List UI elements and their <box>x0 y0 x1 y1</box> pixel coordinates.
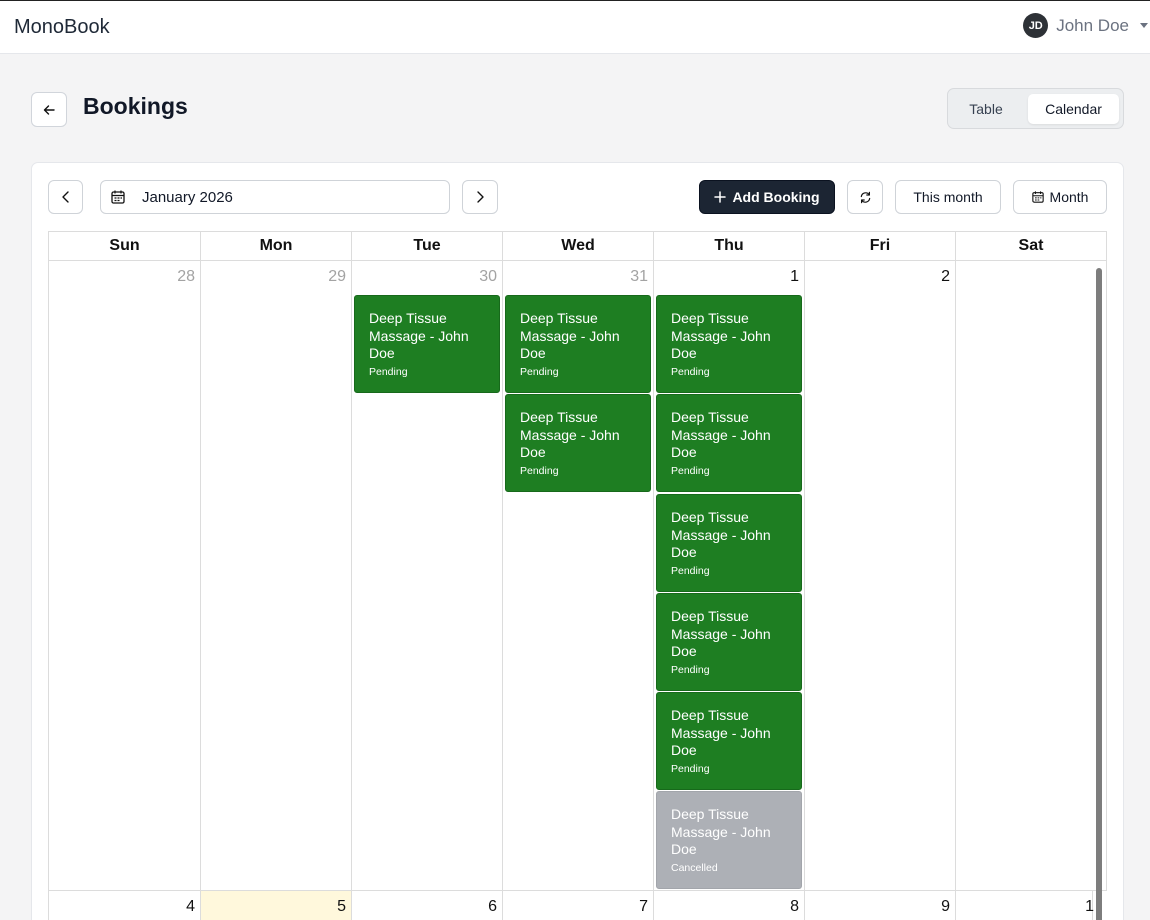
refresh-icon <box>860 191 870 203</box>
prev-month-button[interactable] <box>48 180 83 214</box>
booking-event[interactable]: Deep Tissue Massage - John Doe Pending <box>656 295 802 393</box>
calendar-icon <box>111 190 125 204</box>
view-mode-label: Month <box>1049 189 1089 205</box>
day-number: 28 <box>177 268 195 285</box>
day-cell[interactable]: 1 <box>956 891 1094 920</box>
day-number: 9 <box>941 898 950 915</box>
day-number: 2 <box>941 268 950 285</box>
weekday-header: Fri <box>805 232 956 261</box>
booking-event[interactable]: Deep Tissue Massage - John Doe Pending <box>656 692 802 790</box>
event-status: Cancelled <box>671 861 718 874</box>
event-status: Pending <box>671 365 710 378</box>
day-number: 6 <box>488 898 497 915</box>
avatar: JD <box>1023 13 1049 38</box>
day-number: 8 <box>790 898 799 915</box>
plus-icon <box>714 191 727 203</box>
event-status: Pending <box>671 464 710 477</box>
day-cell[interactable] <box>956 261 1107 891</box>
event-status: Pending <box>520 464 559 477</box>
day-cell[interactable]: 1 Deep Tissue Massage - John Doe Pending… <box>654 261 805 891</box>
event-title: Deep Tissue Massage - John Doe <box>369 310 469 362</box>
day-number: 7 <box>639 898 648 915</box>
back-button[interactable] <box>31 92 67 127</box>
top-navbar: MonoBook JD John Doe <box>0 0 1150 54</box>
day-cell-today[interactable]: 5 <box>201 891 352 920</box>
event-title: Deep Tissue Massage - John Doe <box>671 509 771 561</box>
day-number: 4 <box>186 898 195 915</box>
refresh-button[interactable] <box>847 180 883 214</box>
page-title: Bookings <box>83 93 188 119</box>
event-title: Deep Tissue Massage - John Doe <box>671 310 771 362</box>
day-number: 29 <box>328 268 346 285</box>
month-picker[interactable]: January 2026 <box>100 180 450 214</box>
booking-event[interactable]: Deep Tissue Massage - John Doe Pending <box>656 593 802 691</box>
add-booking-label: Add Booking <box>732 189 820 205</box>
event-title: Deep Tissue Massage - John Doe <box>520 409 620 461</box>
chevron-left-icon <box>61 191 69 203</box>
event-status: Pending <box>671 564 710 577</box>
day-cell[interactable]: 8 <box>654 891 805 920</box>
event-status: Pending <box>369 365 408 378</box>
tab-table[interactable]: Table <box>954 94 1018 124</box>
event-status: Pending <box>671 762 710 775</box>
this-month-button[interactable]: This month <box>895 180 1001 214</box>
next-month-button[interactable] <box>462 180 498 214</box>
calendar-icon <box>1031 191 1044 203</box>
booking-event-cancelled[interactable]: Deep Tissue Massage - John Doe Cancelled <box>656 791 802 889</box>
weekday-header: Wed <box>503 232 654 261</box>
weekday-header: Thu <box>654 232 805 261</box>
day-cell[interactable]: 2 <box>805 261 956 891</box>
day-cell[interactable]: 9 <box>805 891 956 920</box>
weekday-header: Sat <box>956 232 1107 261</box>
view-toggle: Table Calendar <box>947 88 1124 129</box>
day-cell[interactable]: 30 Deep Tissue Massage - John Doe Pendin… <box>352 261 503 891</box>
event-status: Pending <box>671 663 710 676</box>
event-title: Deep Tissue Massage - John Doe <box>671 806 771 858</box>
user-menu[interactable]: JD John Doe <box>1023 13 1148 38</box>
weekday-header: Sun <box>49 232 201 261</box>
booking-event[interactable]: Deep Tissue Massage - John Doe Pending <box>354 295 500 393</box>
weekday-header: Tue <box>352 232 503 261</box>
day-number: 30 <box>479 268 497 285</box>
day-cell[interactable]: 4 <box>49 891 201 920</box>
day-cell[interactable]: 29 <box>201 261 352 891</box>
day-cell[interactable]: 31 Deep Tissue Massage - John Doe Pendin… <box>503 261 654 891</box>
event-title: Deep Tissue Massage - John Doe <box>520 310 620 362</box>
booking-event[interactable]: Deep Tissue Massage - John Doe Pending <box>656 394 802 492</box>
event-title: Deep Tissue Massage - John Doe <box>671 409 771 461</box>
month-label: January 2026 <box>142 189 233 206</box>
event-status: Pending <box>520 365 559 378</box>
event-title: Deep Tissue Massage - John Doe <box>671 707 771 759</box>
calendar-grid: Sun Mon Tue Wed Thu Fri Sat 28 29 30 Dee… <box>48 231 1107 920</box>
day-number: 31 <box>630 268 648 285</box>
event-title: Deep Tissue Massage - John Doe <box>671 608 771 660</box>
booking-event[interactable]: Deep Tissue Massage - John Doe Pending <box>656 494 802 592</box>
day-number: 5 <box>337 898 346 915</box>
day-number: 1 <box>790 268 799 285</box>
booking-event[interactable]: Deep Tissue Massage - John Doe Pending <box>505 295 651 393</box>
add-booking-button[interactable]: Add Booking <box>699 180 835 214</box>
arrow-left-icon <box>43 104 55 115</box>
day-number: 1 <box>1085 898 1094 915</box>
chevron-right-icon <box>477 191 484 203</box>
user-name: John Doe <box>1056 15 1129 35</box>
view-mode-button[interactable]: Month <box>1013 180 1107 214</box>
weekday-header: Mon <box>201 232 352 261</box>
day-cell[interactable]: 7 <box>503 891 654 920</box>
day-cell[interactable]: 28 <box>49 261 201 891</box>
booking-event[interactable]: Deep Tissue Massage - John Doe Pending <box>505 394 651 492</box>
caret-down-icon <box>1140 23 1148 28</box>
brand-logo[interactable]: MonoBook <box>14 16 110 39</box>
day-cell[interactable]: 6 <box>352 891 503 920</box>
calendar-scrollbar[interactable] <box>1096 268 1102 920</box>
tab-calendar[interactable]: Calendar <box>1028 94 1119 124</box>
